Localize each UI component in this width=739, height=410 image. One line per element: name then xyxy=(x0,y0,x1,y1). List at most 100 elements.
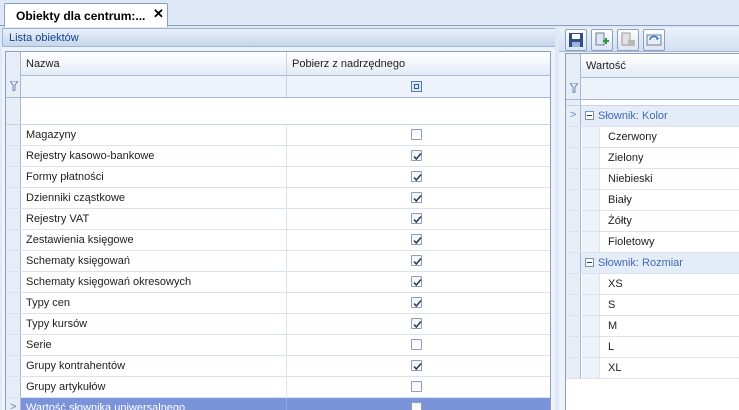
inherit-checkbox[interactable] xyxy=(411,129,422,140)
value-row[interactable]: M xyxy=(566,316,739,337)
table-row[interactable]: Typy cen xyxy=(6,293,550,314)
column-header-inherit[interactable]: Pobierz z nadrzędnego xyxy=(287,52,550,76)
table-row[interactable]: Formy płatności xyxy=(6,167,550,188)
value-row[interactable]: Czerwony xyxy=(566,127,739,148)
table-row[interactable]: Zestawienia księgowe xyxy=(6,230,550,251)
inherit-checkbox[interactable] xyxy=(411,276,422,287)
row-indicator[interactable] xyxy=(566,169,581,189)
row-indicator[interactable] xyxy=(566,274,581,294)
row-indicator[interactable] xyxy=(566,127,581,147)
row-indicator[interactable] xyxy=(566,232,581,252)
inherit-checkbox[interactable] xyxy=(411,381,422,392)
collapse-icon[interactable] xyxy=(585,111,594,120)
row-indicator[interactable] xyxy=(6,356,21,376)
tab-objects[interactable]: Obiekty dla centrum:... ✕ xyxy=(4,3,168,27)
values-filter-row xyxy=(566,78,739,100)
table-row[interactable]: Dzienniki cząstkowe xyxy=(6,188,550,209)
table-row[interactable]: Schematy księgowań okresowych xyxy=(6,272,550,293)
save-button[interactable] xyxy=(565,29,587,51)
value-label: S xyxy=(608,299,616,311)
value-label: Fioletowy xyxy=(608,236,655,248)
remove-button[interactable] xyxy=(617,29,639,51)
refresh-button[interactable] xyxy=(643,29,665,51)
add-button[interactable] xyxy=(591,29,613,51)
row-indicator[interactable] xyxy=(566,358,581,378)
cell-divider xyxy=(286,167,287,187)
table-row[interactable]: Typy kursów xyxy=(6,314,550,335)
object-name: Dzienniki cząstkowe xyxy=(26,192,126,204)
filter-icon[interactable] xyxy=(10,81,18,91)
row-indicator[interactable] xyxy=(566,148,581,168)
row-indicator[interactable] xyxy=(6,251,21,271)
inherit-checkbox[interactable] xyxy=(411,171,422,182)
row-indicator[interactable] xyxy=(6,146,21,166)
value-label: Żółty xyxy=(608,215,632,227)
cell-divider xyxy=(286,188,287,208)
check-icon xyxy=(413,152,422,161)
value-row[interactable]: Żółty xyxy=(566,211,739,232)
row-indicator[interactable]: > xyxy=(566,106,581,126)
check-icon xyxy=(413,215,422,224)
row-indicator[interactable] xyxy=(566,295,581,315)
inherit-checkbox[interactable] xyxy=(411,318,422,329)
row-indicator[interactable] xyxy=(6,209,21,229)
table-row[interactable]: Magazyny xyxy=(6,125,550,146)
row-gutter xyxy=(582,148,600,168)
inherit-checkbox[interactable] xyxy=(411,234,422,245)
inherit-checkbox[interactable] xyxy=(411,402,422,410)
check-icon xyxy=(413,173,422,182)
inherit-checkbox[interactable] xyxy=(411,192,422,203)
row-indicator[interactable] xyxy=(6,293,21,313)
table-row[interactable]: Schematy księgowań xyxy=(6,251,550,272)
column-header-value[interactable]: Wartość xyxy=(581,54,739,78)
value-row[interactable]: XL xyxy=(566,358,739,379)
row-indicator[interactable] xyxy=(566,253,581,273)
value-row[interactable]: L xyxy=(566,337,739,358)
check-icon xyxy=(413,278,422,287)
filter-icon[interactable] xyxy=(570,83,578,93)
table-row[interactable]: Serie xyxy=(6,335,550,356)
group-row[interactable]: > Słownik: Kolor xyxy=(566,106,739,127)
row-gutter xyxy=(582,127,600,147)
row-indicator[interactable] xyxy=(6,314,21,334)
row-indicator[interactable] xyxy=(6,230,21,250)
row-indicator[interactable] xyxy=(566,190,581,210)
row-indicator[interactable] xyxy=(566,211,581,231)
row-indicator[interactable] xyxy=(6,125,21,145)
group-row[interactable]: Słownik: Rozmiar xyxy=(566,253,739,274)
add-icon xyxy=(595,32,609,46)
row-indicator[interactable]: > xyxy=(6,398,21,410)
filter-checkbox[interactable] xyxy=(411,81,422,92)
row-indicator[interactable] xyxy=(566,316,581,336)
table-row[interactable]: Grupy artykułów xyxy=(6,377,550,398)
object-name: Typy cen xyxy=(26,297,71,309)
row-indicator[interactable] xyxy=(6,188,21,208)
value-row[interactable]: Zielony xyxy=(566,148,739,169)
inherit-checkbox[interactable] xyxy=(411,213,422,224)
table-row[interactable]: Rejestry kasowo-bankowe xyxy=(6,146,550,167)
inherit-checkbox[interactable] xyxy=(411,360,422,371)
table-row[interactable]: Rejestry VAT xyxy=(6,209,550,230)
value-row[interactable]: S xyxy=(566,295,739,316)
value-row[interactable]: Fioletowy xyxy=(566,232,739,253)
collapse-icon[interactable] xyxy=(585,258,594,267)
table-row[interactable]: > Wartość słownika uniwersalnego xyxy=(6,398,550,410)
row-indicator[interactable] xyxy=(6,167,21,187)
value-row[interactable]: Biały xyxy=(566,190,739,211)
value-label: M xyxy=(608,320,618,332)
row-gutter xyxy=(582,358,600,378)
row-indicator[interactable] xyxy=(6,335,21,355)
value-row[interactable]: Niebieski xyxy=(566,169,739,190)
close-icon[interactable]: ✕ xyxy=(153,7,164,21)
row-indicator[interactable] xyxy=(6,377,21,397)
inherit-checkbox[interactable] xyxy=(411,339,422,350)
inherit-checkbox[interactable] xyxy=(411,255,422,266)
row-indicator[interactable] xyxy=(566,337,581,357)
row-indicator[interactable] xyxy=(6,272,21,292)
inherit-checkbox[interactable] xyxy=(411,297,422,308)
value-row[interactable]: XS xyxy=(566,274,739,295)
check-icon xyxy=(413,257,422,266)
column-header-name[interactable]: Nazwa xyxy=(21,52,287,76)
inherit-checkbox[interactable] xyxy=(411,150,422,161)
table-row[interactable]: Grupy kontrahentów xyxy=(6,356,550,377)
